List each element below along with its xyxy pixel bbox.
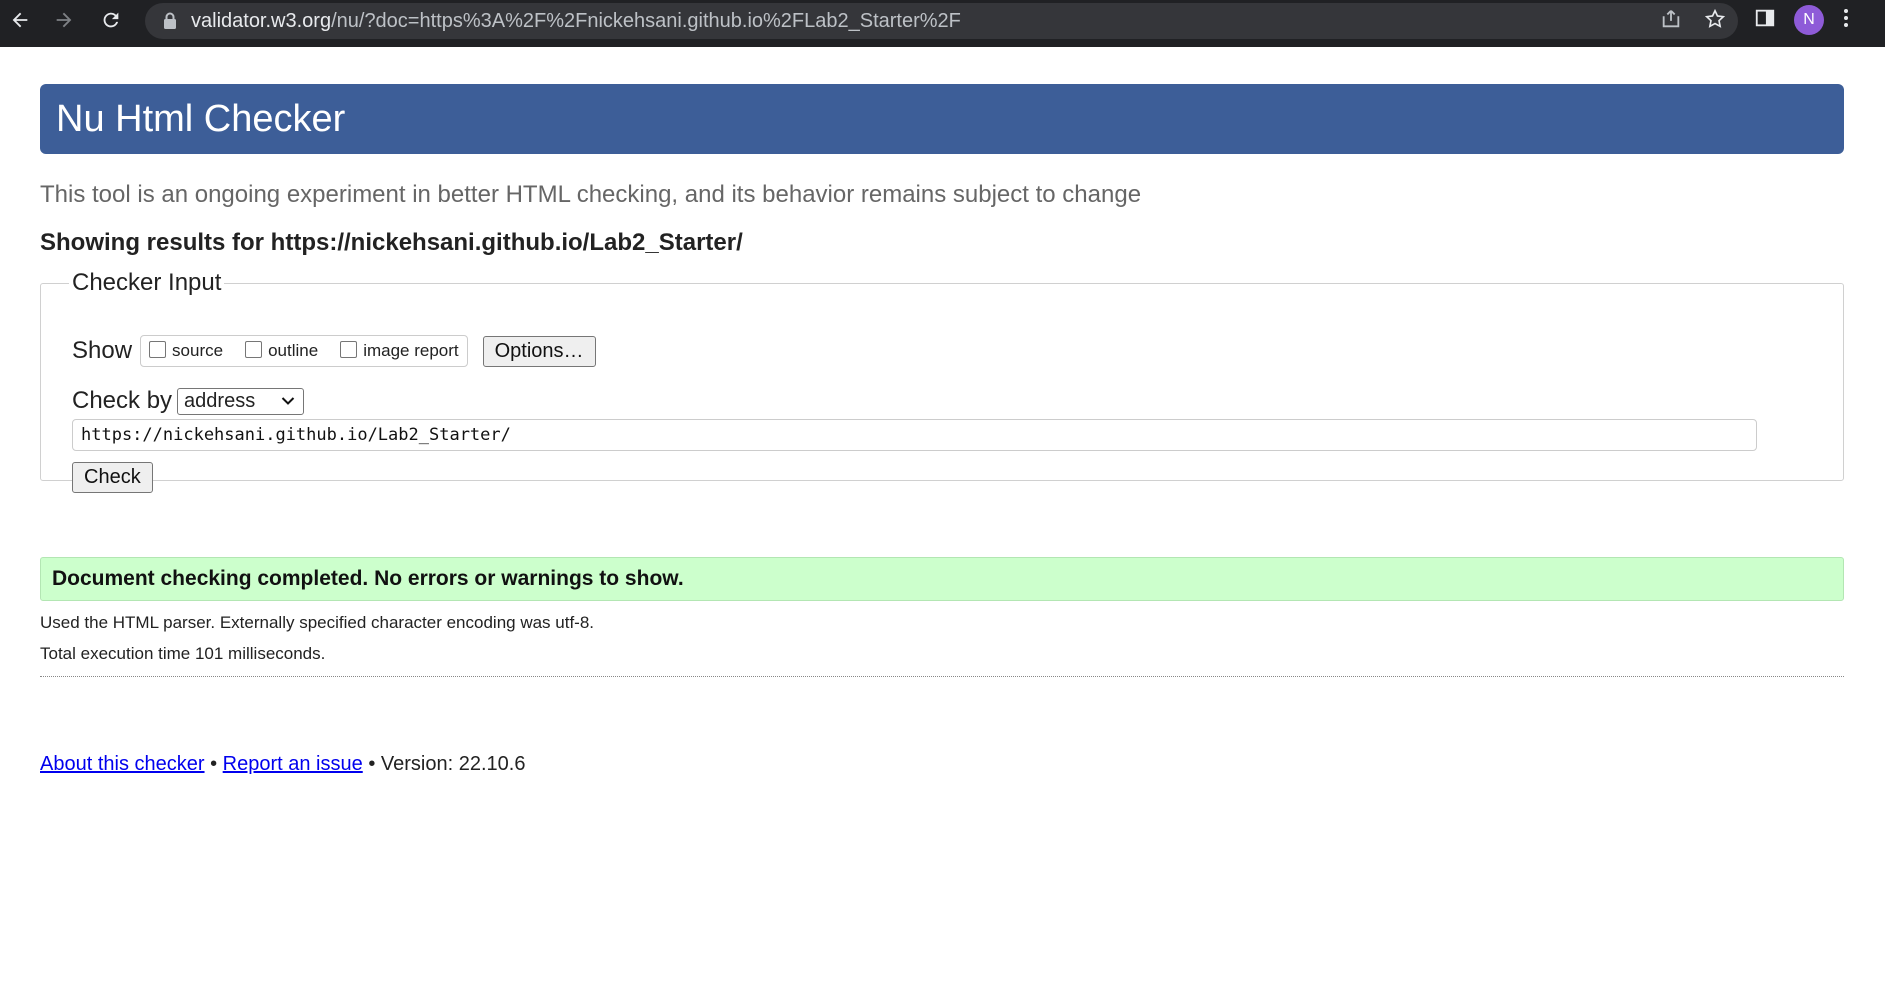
show-options-group: source outline image report xyxy=(140,335,468,367)
show-image-report-label: image report xyxy=(363,341,459,360)
about-link[interactable]: About this checker xyxy=(40,753,205,775)
success-message: Document checking completed. No errors o… xyxy=(40,557,1844,601)
show-outline-checkbox[interactable]: outline xyxy=(245,340,319,361)
report-issue-link[interactable]: Report an issue xyxy=(223,753,363,775)
url-host: validator.w3.org xyxy=(191,9,332,32)
back-icon xyxy=(12,12,28,28)
version-text: Version: 22.10.6 xyxy=(380,753,526,775)
profile-avatar[interactable]: N xyxy=(1794,5,1824,35)
forward-button[interactable] xyxy=(44,0,84,40)
execution-time: Total execution time 101 milliseconds. xyxy=(40,644,326,663)
url-path: /nu/?doc=https%3A%2F%2Fnickehsani.github… xyxy=(331,9,961,32)
show-row: Show source outline image report Options… xyxy=(72,335,596,367)
side-panel-icon[interactable] xyxy=(1754,7,1776,34)
url-input[interactable]: https://nickehsani.github.io/Lab2_Starte… xyxy=(72,419,1757,451)
check-by-selected-value: address xyxy=(184,389,256,412)
menu-icon[interactable] xyxy=(1842,7,1850,34)
checkbox-box[interactable] xyxy=(340,340,358,358)
chevron-down-icon xyxy=(281,397,295,405)
parser-info: Used the HTML parser. Externally specifi… xyxy=(40,613,595,632)
show-image-report-checkbox[interactable]: image report xyxy=(340,340,459,361)
browser-toolbar: validator.w3.org/nu/?doc=https%3A%2F%2Fn… xyxy=(0,0,1885,47)
show-outline-label: outline xyxy=(268,341,319,360)
check-by-select[interactable]: address xyxy=(177,387,305,415)
title-bar: Nu Html Checker xyxy=(40,84,1844,154)
page-title: Nu Html Checker xyxy=(56,97,346,140)
star-icon[interactable] xyxy=(1704,8,1726,35)
footer-separator: • xyxy=(210,753,218,775)
check-button[interactable]: Check xyxy=(72,462,153,493)
show-source-label: source xyxy=(172,341,224,360)
footer: About this checker • Report an issue • V… xyxy=(40,753,1844,776)
divider xyxy=(40,676,1844,677)
checker-input-legend: Checker Input xyxy=(72,269,222,296)
address-bar[interactable]: validator.w3.org/nu/?doc=https%3A%2F%2Fn… xyxy=(145,3,1738,39)
back-button[interactable] xyxy=(0,0,40,40)
checkbox-box[interactable] xyxy=(245,340,263,358)
reload-button[interactable] xyxy=(91,0,131,40)
checker-input-fieldset: Checker Input Show source outline image … xyxy=(40,269,1844,493)
page-content: Nu Html Checker This tool is an ongoing … xyxy=(40,47,1844,776)
share-icon[interactable] xyxy=(1660,8,1682,35)
show-source-checkbox[interactable]: source xyxy=(149,340,224,361)
lock-icon[interactable] xyxy=(163,12,177,30)
reload-icon xyxy=(103,12,119,28)
url-text: validator.w3.org/nu/?doc=https%3A%2F%2Fn… xyxy=(191,10,961,33)
options-button[interactable]: Options… xyxy=(482,335,596,367)
page-subtitle: This tool is an ongoing experiment in be… xyxy=(40,181,1142,208)
check-by-label: Check by xyxy=(72,387,173,414)
forward-icon xyxy=(56,12,72,28)
check-by-row: Check by address xyxy=(72,387,305,415)
showing-results-heading: Showing results for https://nickehsani.g… xyxy=(40,229,743,256)
footer-separator: • xyxy=(368,753,376,775)
checkbox-box[interactable] xyxy=(149,340,167,358)
show-label: Show xyxy=(72,337,133,364)
